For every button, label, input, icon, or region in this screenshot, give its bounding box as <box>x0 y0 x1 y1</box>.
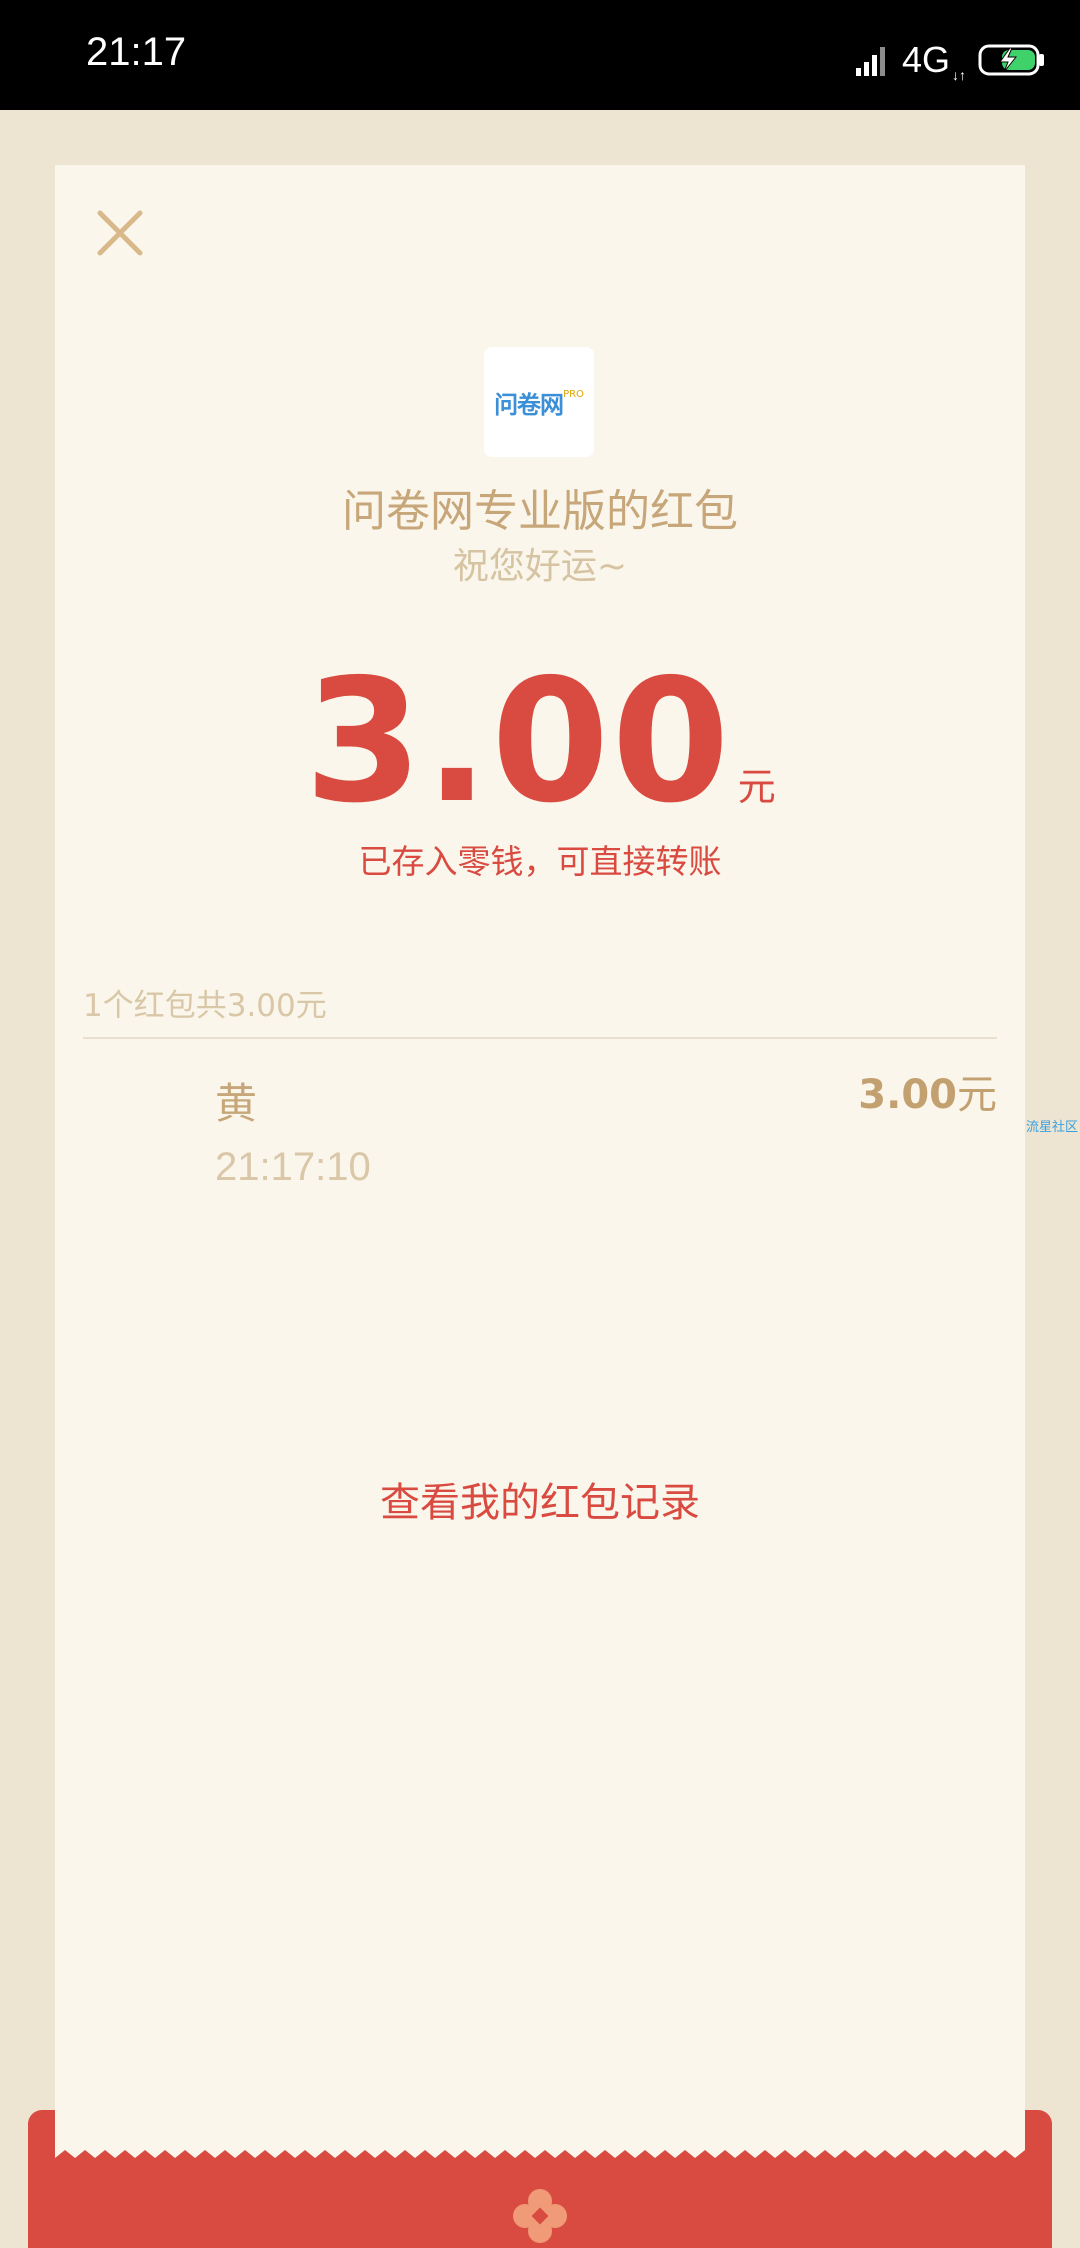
network-label: 4G ↓↑ <box>901 39 966 83</box>
network-arrows: ↓↑ <box>952 67 966 83</box>
receiver-amount-value: 3.00 <box>858 1072 957 1118</box>
receiver-time: 21:17:10 <box>215 1145 371 1189</box>
signal-icon <box>855 47 885 76</box>
status-icons: 4G ↓↑ <box>854 38 1046 83</box>
status-bar: 21:17 4G ↓↑ <box>0 0 1080 110</box>
sender-logo: 问卷网 PRO <box>484 347 594 457</box>
receiver-amount: 3.00元 <box>858 1062 997 1120</box>
amount-value: 3.00 <box>304 643 732 841</box>
receiver-amount-unit: 元 <box>957 1072 997 1118</box>
stored-note: 已存入零钱，可直接转账 <box>358 842 722 881</box>
close-icon[interactable] <box>90 203 150 263</box>
bottom-envelope <box>28 2110 1052 2248</box>
sender-title: 问卷网专业版的红包 <box>342 486 738 537</box>
zigzag-edge <box>55 2110 1025 2158</box>
amount-display: 3.00 元 <box>55 657 1025 827</box>
receiver-name: 黄 <box>215 1079 258 1128</box>
amount-unit: 元 <box>737 765 776 809</box>
status-time: 21:17 <box>86 30 187 74</box>
view-records-link[interactable]: 查看我的红包记录 <box>55 1470 1025 1528</box>
network-type: 4G <box>901 39 950 80</box>
divider <box>83 1037 997 1039</box>
packet-summary: 1个红包共3.00元 <box>83 988 327 1024</box>
battery-charging-icon <box>978 44 1044 76</box>
flower-icon <box>513 2189 567 2243</box>
logo-text: 问卷网 <box>494 390 564 419</box>
red-packet-card: 问卷网 PRO 问卷网专业版的红包 祝您好运~ 3.00 元 已存入零钱，可直接转账… <box>55 165 1025 2248</box>
side-watermark: 流星社区 <box>1025 1120 1078 1135</box>
logo-sub: PRO <box>563 388 584 400</box>
blessing-message: 祝您好运~ <box>452 546 628 587</box>
